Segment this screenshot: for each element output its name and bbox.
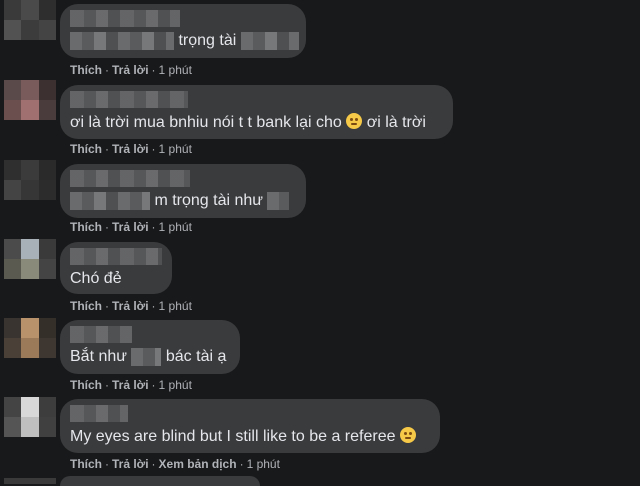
relieved-face-emoji-icon xyxy=(399,427,416,443)
reply-button[interactable]: Trả lời xyxy=(112,378,149,392)
like-button[interactable]: Thích xyxy=(70,220,102,234)
author-name[interactable] xyxy=(70,248,162,265)
like-button[interactable]: Thích xyxy=(70,378,102,392)
avatar[interactable] xyxy=(4,239,56,279)
comment-actions: Thích · Trả lời · 1 phút xyxy=(70,378,192,392)
timestamp[interactable]: 1 phút xyxy=(247,457,280,471)
reply-button[interactable]: Trả lời xyxy=(112,457,149,471)
comment-text: My eyes are blind but I still like to be… xyxy=(70,427,416,446)
timestamp[interactable]: 1 phút xyxy=(159,63,192,77)
reply-button[interactable]: Trả lời xyxy=(112,299,149,313)
author-name[interactable] xyxy=(70,405,128,422)
redacted-text xyxy=(240,32,299,50)
author-name[interactable] xyxy=(70,170,190,187)
next-comment-bubble-partial xyxy=(60,476,260,486)
author-name[interactable] xyxy=(70,326,132,343)
comment-text: m trọng tài như xyxy=(70,192,290,210)
like-button[interactable]: Thích xyxy=(70,299,102,313)
redacted-text xyxy=(70,32,174,50)
comment-text: trọng tài xyxy=(70,32,299,50)
redacted-text xyxy=(267,192,290,210)
comment-actions: Thích · Trả lời · 1 phút xyxy=(70,142,192,156)
avatar[interactable] xyxy=(4,80,56,120)
like-button[interactable]: Thích xyxy=(70,142,102,156)
avatar[interactable] xyxy=(4,318,56,358)
redacted-text xyxy=(70,192,150,210)
comment-actions: Thích · Trả lời · Xem bản dịch · 1 phút xyxy=(70,457,280,471)
timestamp[interactable]: 1 phút xyxy=(159,299,192,313)
reply-button[interactable]: Trả lời xyxy=(112,142,149,156)
comment-bubble: m trọng tài như xyxy=(60,164,306,218)
redacted-text xyxy=(131,348,162,366)
timestamp[interactable]: 1 phút xyxy=(159,220,192,234)
like-button[interactable]: Thích xyxy=(70,457,102,471)
comment-bubble: Bắt như bác tài ạ xyxy=(60,320,240,374)
comment-actions: Thích · Trả lời · 1 phút xyxy=(70,299,192,313)
reply-button[interactable]: Trả lời xyxy=(112,220,149,234)
comment-actions: Thích · Trả lời · 1 phút xyxy=(70,63,192,77)
avatar[interactable] xyxy=(4,0,56,40)
avatar[interactable] xyxy=(4,397,56,437)
see-translation-button[interactable]: Xem bản dịch xyxy=(159,457,237,471)
comment-bubble: Chó đẻ xyxy=(60,242,172,294)
author-name[interactable] xyxy=(70,10,180,27)
reply-button[interactable]: Trả lời xyxy=(112,63,149,77)
author-name[interactable] xyxy=(70,91,188,108)
comment-actions: Thích · Trả lời · 1 phút xyxy=(70,220,192,234)
avatar[interactable] xyxy=(4,160,56,200)
comment-bubble: trọng tài xyxy=(60,4,306,58)
comment-text: Bắt như bác tài ạ xyxy=(70,348,227,366)
timestamp[interactable]: 1 phút xyxy=(159,142,192,156)
face-emoji-icon xyxy=(346,113,363,129)
comment-bubble: ơi là trời mua bnhiu nói t t bank lại ch… xyxy=(60,85,453,139)
comment-bubble: My eyes are blind but I still like to be… xyxy=(60,399,440,453)
comment-text: Chó đẻ xyxy=(70,270,122,287)
like-button[interactable]: Thích xyxy=(70,63,102,77)
comment-text: ơi là trời mua bnhiu nói t t bank lại ch… xyxy=(70,113,426,131)
timestamp[interactable]: 1 phút xyxy=(159,378,192,392)
next-avatar-partial xyxy=(4,478,56,484)
